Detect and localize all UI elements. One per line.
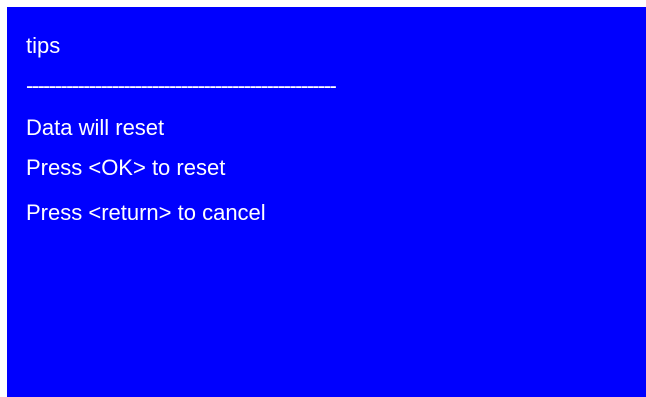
cancel-instruction-text: Press <return> to cancel xyxy=(26,200,266,225)
dialog-title: tips xyxy=(26,33,61,58)
reset-warning-text: Data will reset xyxy=(26,115,165,140)
reset-tips-dialog: tips -----------------------------------… xyxy=(7,7,646,397)
ok-instruction-text: Press <OK> to reset xyxy=(26,155,226,180)
title-divider: ----------------------------------------… xyxy=(26,75,337,97)
